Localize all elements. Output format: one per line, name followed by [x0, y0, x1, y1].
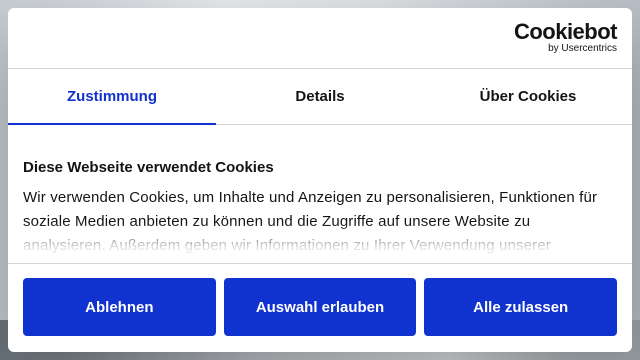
logo-byline: by Usercentrics — [548, 43, 617, 54]
tab-details[interactable]: Details — [216, 69, 424, 124]
decline-button[interactable]: Ablehnen — [23, 278, 216, 336]
logo-wordmark: Cookiebot — [513, 19, 618, 44]
dialog-header: Cookiebot by Usercentrics — [8, 8, 632, 69]
consent-title: Diese Webseite verwendet Cookies — [23, 159, 274, 176]
cookiebot-logo: Cookiebot by Usercentrics — [513, 19, 618, 55]
consent-body[interactable]: Diese Webseite verwendet Cookies Wir ver… — [8, 125, 632, 263]
consent-tabs: Zustimmung Details Über Cookies — [8, 69, 632, 125]
tab-ueber-cookies[interactable]: Über Cookies — [424, 69, 632, 124]
allow-selection-button[interactable]: Auswahl erlauben — [223, 278, 417, 336]
allow-all-button[interactable]: Alle zulassen — [424, 278, 618, 336]
tab-zustimmung[interactable]: Zustimmung — [8, 69, 216, 125]
text-fade-overlay — [8, 223, 632, 263]
consent-actions: Ablehnen Auswahl erlauben Alle zulassen — [8, 263, 632, 336]
cookie-consent-dialog: Cookiebot by Usercentrics Zustimmung Det… — [8, 8, 632, 352]
